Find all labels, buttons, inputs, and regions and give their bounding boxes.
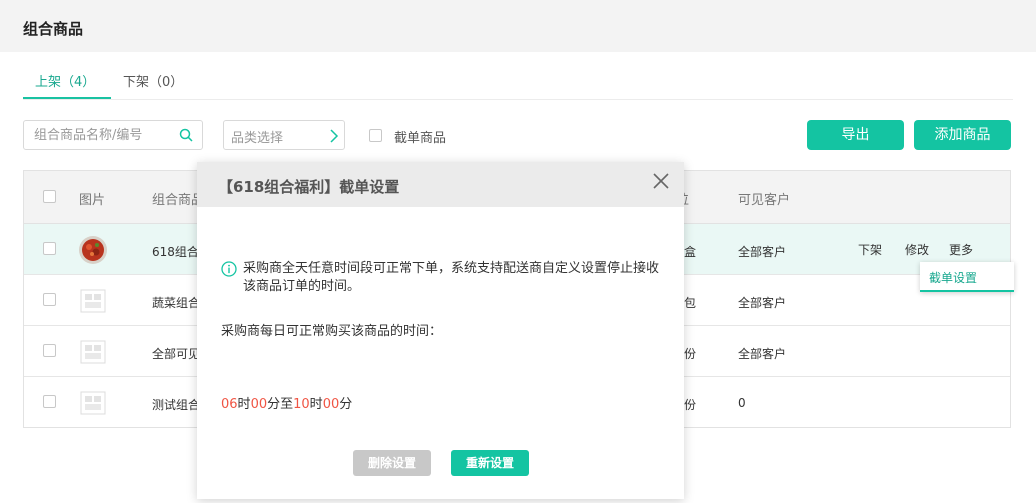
column-header-image: 图片 [79,193,106,208]
chevron-right-icon [330,129,339,143]
page-title: 组合商品 [23,20,84,38]
minute-unit: 分 [339,397,353,412]
daily-time-label: 采购商每日可正常购买该商品的时间： [221,324,443,339]
reset-settings-button[interactable]: 重新设置 [451,450,529,476]
cutoff-filter-label: 截单商品 [394,131,447,146]
placeholder-image-icon [80,391,106,415]
add-product-button[interactable]: 添加商品 [914,120,1011,150]
product-unit: 份 [684,398,697,412]
more-button[interactable]: 更多 [949,241,973,258]
search-icon[interactable] [179,128,193,142]
menu-item-cutoff-settings[interactable]: 截单设置 [929,269,977,286]
end-hour: 10 [293,397,310,412]
visible-customers: 0 [738,396,746,410]
visible-customers: 全部客户 [738,296,787,310]
category-select-placeholder: 品类选择 [231,131,284,146]
offshelf-button[interactable]: 下架 [858,241,882,258]
row-checkbox[interactable] [43,293,56,306]
product-name: 测试组合 [152,398,201,412]
end-minute: 00 [322,397,340,412]
search-input[interactable] [34,127,174,143]
column-header-visible-customers: 可见客户 [738,193,791,208]
start-minute: 00 [250,397,268,412]
product-unit: 份 [684,347,697,361]
start-hour: 06 [221,397,238,412]
tab-bar: 上架（4） 下架（0） [23,62,1013,100]
row-checkbox[interactable] [43,395,56,408]
product-name: 蔬菜组合 [152,296,201,310]
product-name: 全部可见 [152,347,201,361]
row-checkbox[interactable] [43,242,56,255]
hour-unit: 时 [237,397,251,412]
info-message: 采购商全天任意时间段可正常下单，系统支持配送商自定义设置停止接收该商品订单的时间… [243,261,660,294]
close-icon[interactable] [650,170,672,192]
category-select[interactable]: 品类选择 [223,120,345,150]
delete-settings-button: 删除设置 [353,450,431,476]
more-dropdown-menu: 截单设置 [920,262,1014,292]
export-button[interactable]: 导出 [807,120,904,150]
cutoff-settings-dialog: 【618组合福利】截单设置 采购商全天任意时间段可正常下单，系统支持配送商自定义… [197,162,684,499]
info-icon [221,261,237,277]
active-tab-indicator [23,97,111,99]
dialog-title: 【618组合福利】截单设置 [218,178,400,196]
row-checkbox[interactable] [43,344,56,357]
product-name: 618组合 [152,245,199,259]
minute-unit-to: 分至 [267,397,294,412]
search-box [23,120,203,150]
dialog-header: 【618组合福利】截单设置 [197,162,684,207]
cutoff-filter-checkbox[interactable] [369,129,382,142]
product-unit: 包 [684,296,697,310]
product-unit: 盒 [684,245,697,259]
daily-time-range: 06时00分至10时00分 [221,393,352,412]
visible-customers: 全部客户 [738,347,787,361]
select-all-checkbox[interactable] [43,190,56,203]
cutoff-filter: 截单商品 [369,128,446,146]
product-thumbnail [79,236,107,264]
visible-customers: 全部客户 [738,245,787,259]
edit-button[interactable]: 修改 [905,241,929,258]
tab-onshelf[interactable]: 上架（4） [35,71,95,90]
tab-offshelf[interactable]: 下架（0） [123,71,183,90]
hour-unit: 时 [309,397,323,412]
page-header: 组合商品 [0,0,1036,52]
placeholder-image-icon [80,289,106,313]
placeholder-image-icon [80,340,106,364]
